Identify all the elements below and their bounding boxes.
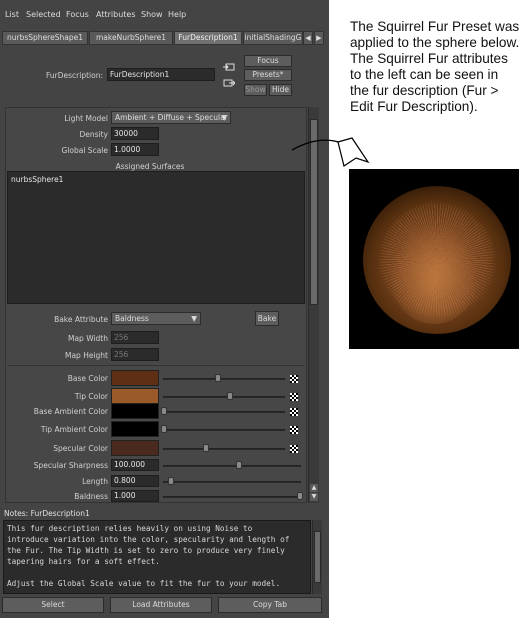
bake-attribute-label: Bake Attribute [54,315,108,324]
tab-FurDescription1[interactable]: FurDescription1 [174,31,242,45]
global-scale-label: Global Scale [61,146,109,155]
attribute-editor: List Selected Focus Attributes Show Help… [0,0,329,618]
color-slider[interactable] [163,448,285,450]
select-button[interactable]: Select [2,597,104,613]
show-button[interactable]: Show [244,84,267,96]
fur-description-name-field[interactable]: FurDescription1 [107,68,215,81]
slider-handle[interactable] [297,492,303,500]
color-swatch[interactable] [111,403,159,419]
color-attribute-label: Base Color [67,374,108,383]
color-attribute-label: Base Ambient Color [33,407,108,416]
light-model-value: Ambient + Diffuse + Specular [115,113,228,122]
hide-button[interactable]: Hide [269,84,292,96]
numeric-attribute-field[interactable]: 100.000 [111,459,159,471]
tab-nurbsSphereShape1[interactable]: nurbsSphereShape1 [2,31,88,45]
color-slider[interactable] [163,378,285,380]
load-attributes-button[interactable]: Load Attributes [110,597,212,613]
presets-button[interactable]: Presets* [244,69,292,81]
light-model-dropdown[interactable]: Ambient + Diffuse + Specular ▼ [111,111,231,124]
texture-map-icon[interactable] [290,426,298,434]
menu-attributes[interactable]: Attributes [96,10,136,19]
menu-help[interactable]: Help [168,10,186,19]
fur-highlight [389,224,479,324]
color-slider[interactable] [163,396,285,398]
notes-textarea[interactable]: This fur description relies heavily on u… [3,520,311,594]
notes-scrollbar[interactable] [312,520,322,594]
slider-handle[interactable] [161,407,167,415]
map-height-label: Map Height [64,351,108,360]
color-swatch[interactable] [111,421,159,437]
menu-bar: List Selected Focus Attributes Show Help [0,0,329,28]
menu-selected[interactable]: Selected [26,10,61,19]
chevron-down-icon: ▼ [191,314,197,323]
copy-tab-button[interactable]: Copy Tab [218,597,322,613]
fur-description-label: FurDescription: [46,71,103,80]
color-attribute-label: Tip Ambient Color [40,425,108,434]
numeric-attribute-label: Length [82,477,108,486]
color-swatch[interactable] [111,440,159,456]
scroll-up-icon[interactable]: ▲ [310,484,318,492]
map-height-field[interactable]: 256 [111,348,159,361]
scrollbar-thumb[interactable] [314,531,321,583]
menu-show[interactable]: Show [141,10,163,19]
fur-render-image [349,169,519,349]
numeric-slider[interactable] [163,465,301,467]
texture-map-icon[interactable] [290,408,298,416]
color-attribute-label: Specular Color [53,444,108,453]
color-slider[interactable] [163,429,285,431]
caption-text: The Squirrel Fur Preset was applied to t… [350,19,519,114]
numeric-slider[interactable] [163,496,301,498]
bake-button[interactable]: Bake [255,311,279,326]
density-field[interactable]: 30000 [111,127,159,140]
node-tabs: nurbsSphereShape1 makeNurbSphere1 FurDes… [0,31,329,45]
bake-attribute-dropdown[interactable]: Baldness ▼ [111,312,201,325]
select-input-icon[interactable] [223,62,235,72]
color-swatch[interactable] [111,388,159,404]
tab-scroll-left-icon[interactable]: ◀ [303,31,313,45]
color-swatch[interactable] [111,370,159,386]
slider-handle[interactable] [227,392,233,400]
slider-handle[interactable] [215,374,221,382]
chevron-down-icon: ▼ [221,113,227,122]
divider [7,365,305,366]
slider-handle[interactable] [203,444,209,452]
texture-map-icon[interactable] [290,393,298,401]
notes-title: Notes: FurDescription1 [4,509,90,518]
list-item[interactable]: nurbsSphere1 [11,175,301,184]
density-label: Density [79,130,108,139]
color-slider[interactable] [163,411,285,413]
numeric-attribute-label: Baldness [74,492,108,501]
numeric-attribute-field[interactable]: 1.000 [111,490,159,502]
tab-makeNurbSphere1[interactable]: makeNurbSphere1 [89,31,173,45]
slider-handle[interactable] [161,425,167,433]
menu-list[interactable]: List [5,10,19,19]
assigned-surfaces-label: Assigned Surfaces [115,162,185,171]
numeric-attribute-field[interactable]: 0.800 [111,475,159,487]
notes-header: Notes: FurDescription1 [0,507,329,519]
scroll-down-icon[interactable]: ▼ [310,493,318,501]
tab-scroll-right-icon[interactable]: ▶ [314,31,324,45]
focus-button[interactable]: Focus [244,55,292,67]
tab-initialShadingGroup[interactable]: initialShadingG [243,31,303,45]
slider-handle[interactable] [236,461,242,469]
numeric-attribute-label: Specular Sharpness [33,461,108,470]
bake-attribute-value: Baldness [115,314,149,323]
map-width-label: Map Width [67,334,108,343]
menu-focus[interactable]: Focus [66,10,89,19]
slider-handle[interactable] [168,477,174,485]
assigned-surfaces-list[interactable]: nurbsSphere1 [7,171,305,304]
select-output-icon[interactable] [223,78,236,88]
texture-map-icon[interactable] [290,375,298,383]
map-width-field[interactable]: 256 [111,331,159,344]
texture-map-icon[interactable] [290,445,298,453]
global-scale-field[interactable]: 1.0000 [111,143,159,156]
numeric-slider[interactable] [163,481,301,483]
color-attribute-label: Tip Color [74,392,108,401]
light-model-label: Light Model [64,114,108,123]
